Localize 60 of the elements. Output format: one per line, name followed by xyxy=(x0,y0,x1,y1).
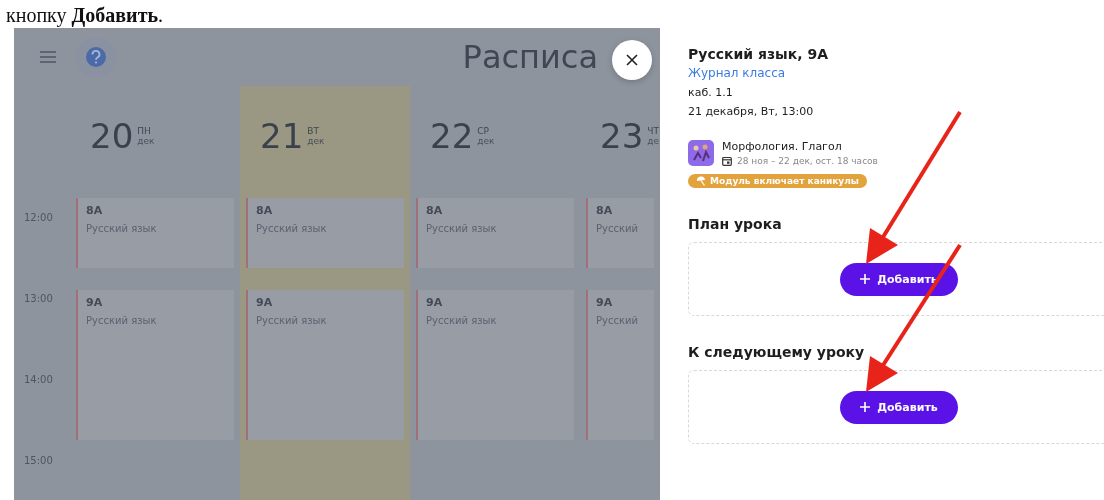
close-icon xyxy=(626,54,638,66)
page-title: Расписа xyxy=(462,38,598,76)
holiday-badge: Модуль включает каникулы xyxy=(688,174,867,188)
lesson-card[interactable]: 8А Русский xyxy=(586,198,654,268)
class-label: 9А xyxy=(256,296,273,309)
weekday-label: ВТ xyxy=(307,126,320,136)
weekday-label: ПН xyxy=(137,126,152,136)
add-button[interactable]: Добавить xyxy=(840,390,958,424)
time-label: 15:00 xyxy=(23,455,54,466)
class-label: 8А xyxy=(426,204,443,217)
lesson-card[interactable]: 8А Русский язык xyxy=(416,198,574,268)
module-period: 28 ноя – 22 дек, ост. 18 часов xyxy=(737,156,878,166)
class-label: 8А xyxy=(596,204,613,217)
class-label: 8А xyxy=(256,204,273,217)
time-label: 14:00 xyxy=(23,374,54,385)
subject-label: Русский язык xyxy=(86,315,157,326)
section-heading: К следующему уроку xyxy=(688,344,865,360)
month-label: дек xyxy=(307,136,325,146)
umbrella-icon xyxy=(696,176,706,186)
lesson-card[interactable]: 9А Русский язык xyxy=(76,290,234,440)
subject-label: Русский xyxy=(596,223,638,234)
lesson-card[interactable]: 9А Русский язык xyxy=(416,290,574,440)
subject-label: Русский xyxy=(596,315,638,326)
plus-icon xyxy=(860,274,871,284)
class-label: 9А xyxy=(596,296,613,309)
weekday-label: СР xyxy=(477,126,490,136)
class-label: 9А xyxy=(426,296,443,309)
time-label: 13:00 xyxy=(23,293,54,304)
subject-label: Русский язык xyxy=(256,315,327,326)
lesson-card[interactable]: 9А Русский язык xyxy=(246,290,404,440)
day-number: 23 xyxy=(600,116,644,156)
lesson-card[interactable]: 8А Русский язык xyxy=(76,198,234,268)
month-label: дек xyxy=(137,136,155,146)
month-label: дек xyxy=(477,136,495,146)
month-label: де xyxy=(647,136,660,146)
lesson-card[interactable]: 8А Русский язык xyxy=(246,198,404,268)
caption-text: кнопку Добавить. xyxy=(6,3,164,28)
illustration-icon xyxy=(688,140,714,166)
menu-icon[interactable] xyxy=(40,51,56,63)
day-number: 20 xyxy=(90,116,134,156)
calendar-icon xyxy=(722,156,732,166)
plus-icon xyxy=(860,402,871,412)
subject-label: Русский язык xyxy=(86,223,157,234)
subject-label: Русский язык xyxy=(426,315,497,326)
class-label: 9А xyxy=(86,296,103,309)
lesson-title: Русский язык, 9А xyxy=(688,46,829,62)
subject-label: Русский язык xyxy=(426,223,497,234)
subject-label: Русский язык xyxy=(256,223,327,234)
time-label: 12:00 xyxy=(23,212,54,223)
lesson-card[interactable]: 9А Русский xyxy=(586,290,654,440)
class-journal-link[interactable]: Журнал класса xyxy=(688,66,786,80)
day-number: 21 xyxy=(260,116,304,156)
module-name: Морфология. Глагол xyxy=(722,140,843,153)
date-text: 21 декабря, Вт, 13:00 xyxy=(688,105,814,118)
section-heading: План урока xyxy=(688,216,782,232)
add-button[interactable]: Добавить xyxy=(840,262,958,296)
weekday-label: ЧТ xyxy=(647,126,660,136)
room-text: каб. 1.1 xyxy=(688,86,733,99)
class-label: 8А xyxy=(86,204,103,217)
day-number: 22 xyxy=(430,116,474,156)
